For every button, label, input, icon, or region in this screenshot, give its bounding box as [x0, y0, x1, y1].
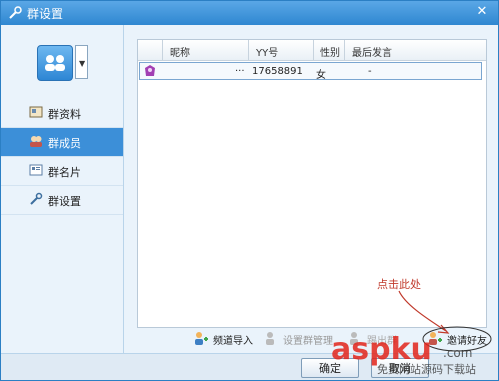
import-channel-button[interactable]: 频道导入 [193, 329, 273, 347]
import-channel-label: 频道导入 [213, 336, 253, 347]
import-users-icon [195, 332, 208, 345]
watermark-suffix: .com [443, 346, 472, 360]
group-settings-window: 群设置 ✕ ▼ 群资料 群成员 群名片 群设置 昵称 YY号 性别 最后发言 ·… [0, 0, 499, 381]
annotation-overlay [398, 290, 492, 352]
watermark-caption: 免费网站源码下载站 [377, 362, 476, 376]
watermark-brand: aspku [331, 333, 432, 367]
set-admin-label: 设置群管理 [283, 336, 333, 347]
admin-icon [266, 332, 274, 345]
annotation-arrow [398, 290, 447, 332]
site-watermark: aspku .com 免费网站源码下载站 [331, 333, 476, 376]
